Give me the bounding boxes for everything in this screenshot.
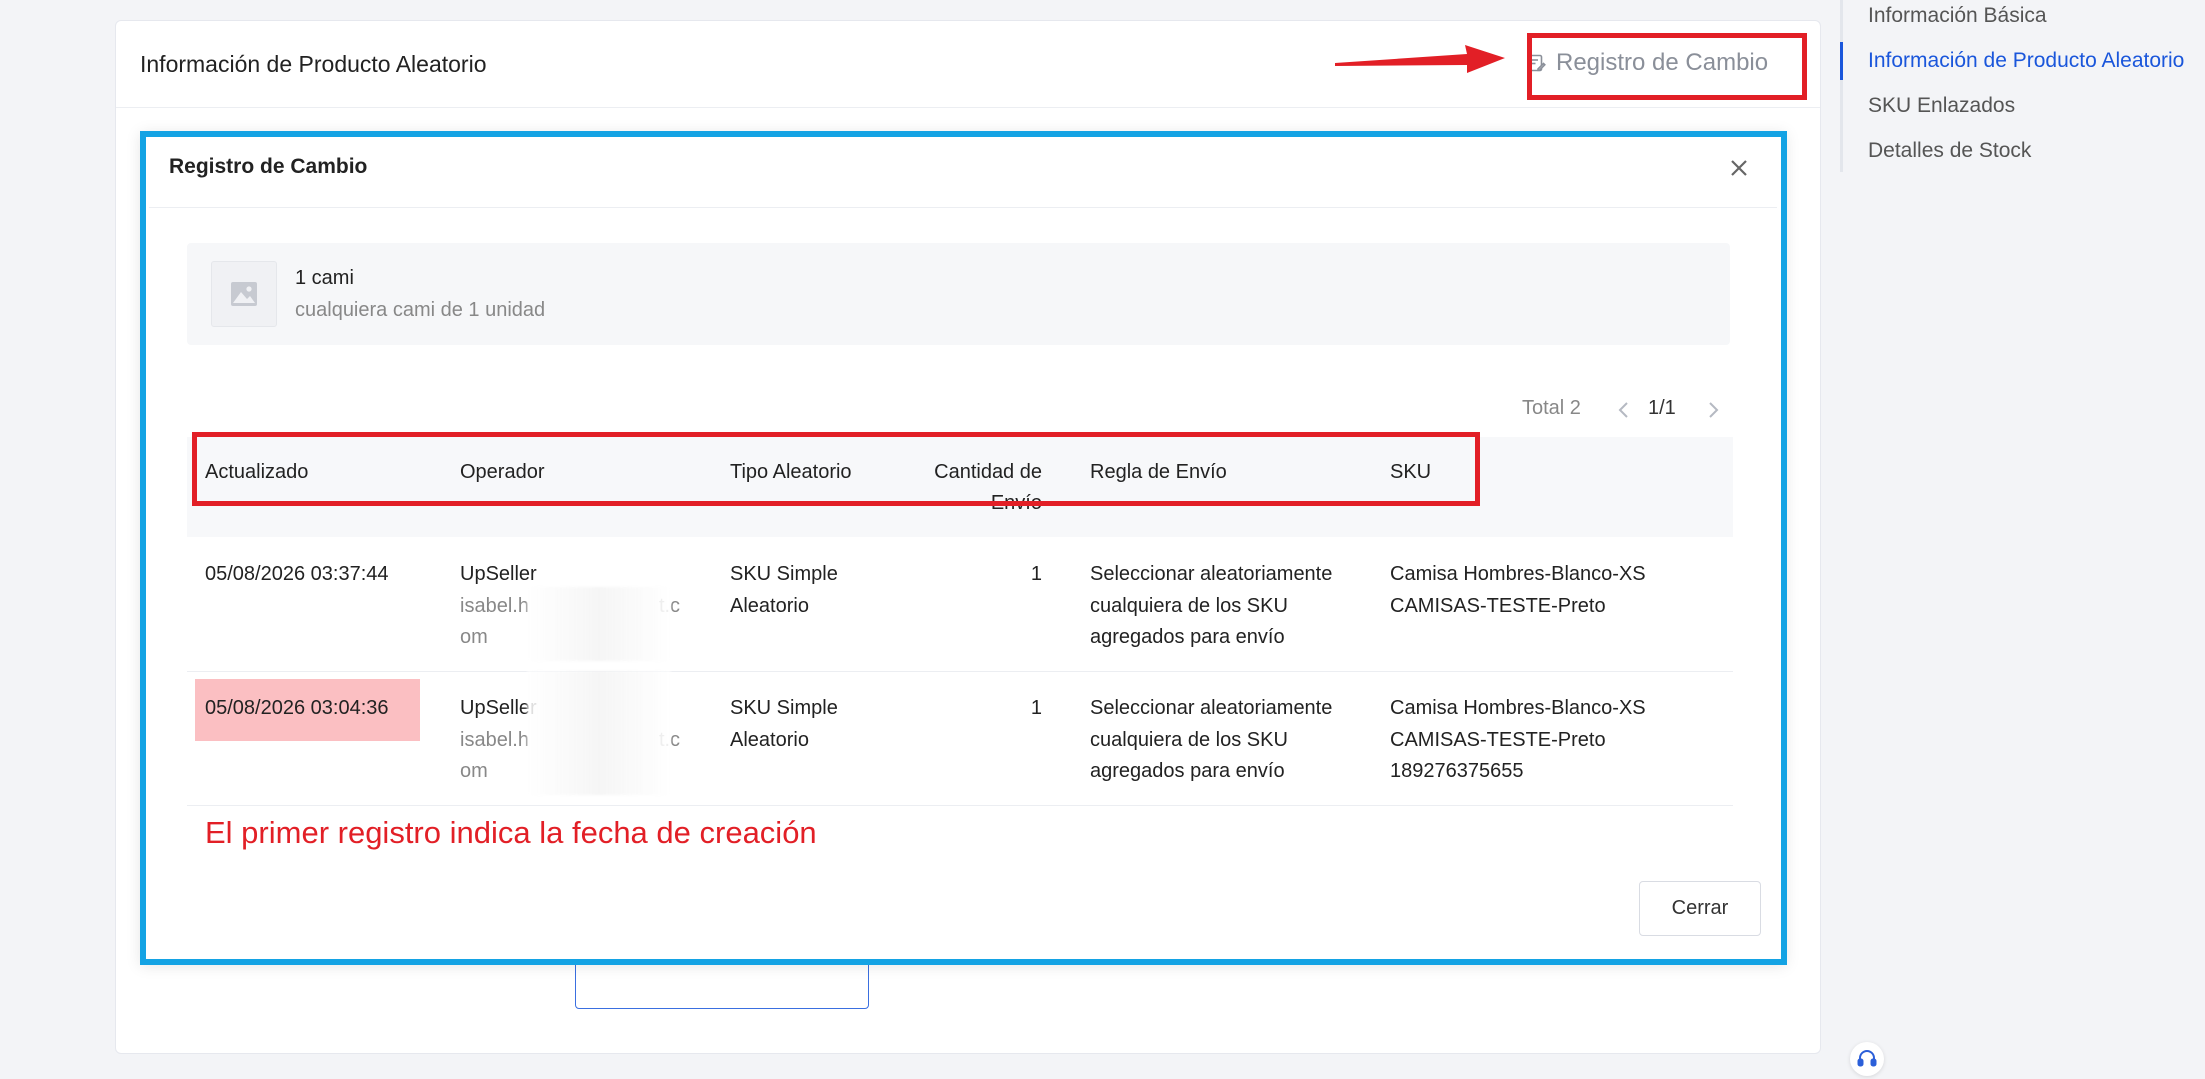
cell-rule: Seleccionar aleatoriamente cualquiera de… [1090,693,1332,788]
change-log-modal: Registro de Cambio 1 cami cualquiera cam… [140,131,1786,964]
operator-name: UpSeller [460,563,537,585]
cell-updated: 05/08/2026 03:37:44 [205,563,389,585]
image-placeholder-icon [231,282,257,306]
cell-random-type: SKU Simple Aleatorio [730,559,838,622]
sku-line2: CAMISAS-TESTE-Preto [1390,594,1606,617]
product-thumbnail [211,261,277,327]
annotation-arrow [1335,45,1505,73]
product-summary: 1 cami cualquiera cami de 1 unidad [187,243,1730,345]
cell-random-type: SKU Simple Aleatorio [730,693,838,756]
nav-item-random-product-info[interactable]: Información de Producto Aleatorio [1868,49,2184,73]
rule-line2: cualquiera de los SKU [1090,594,1288,617]
nav-item-stock-details[interactable]: Detalles de Stock [1868,139,2031,163]
sku-line2: CAMISAS-TESTE-Preto [1390,728,1606,751]
rule-line1: Seleccionar aleatoriamente [1090,697,1333,719]
redaction-mask [527,671,671,795]
annotation-box-header [192,432,1480,506]
headset-icon [1857,1050,1877,1067]
sku-line3: 189276375655 [1390,760,1524,782]
operator-email-start: isabel.h [460,594,529,617]
sku-line1: Camisa Hombres-Blanco-XS [1390,563,1646,585]
nav-active-indicator [1840,42,1843,80]
operator-email-start: isabel.h [460,728,529,751]
cell-updated: 05/08/2026 03:04:36 [205,697,389,719]
annotation-box-change-log [1527,33,1807,100]
cell-sku: Camisa Hombres-Blanco-XS CAMISAS-TESTE-P… [1390,693,1646,788]
card-title: Información de Producto Aleatorio [140,51,487,77]
nav-item-basic-info[interactable]: Información Básica [1868,4,2047,28]
rule-line2: cualquiera de los SKU [1090,728,1288,751]
annotation-note: El primer registro indica la fecha de cr… [205,815,817,850]
cell-rule: Seleccionar aleatoriamente cualquiera de… [1090,559,1332,654]
table-row: 05/08/2026 03:37:44 UpSeller isabel.ht.c… [187,537,1733,672]
cell-sku: Camisa Hombres-Blanco-XS CAMISAS-TESTE-P… [1390,559,1646,622]
table-row: 05/08/2026 03:04:36 UpSeller isabel.ht.c… [187,671,1733,806]
product-description: cualquiera cami de 1 unidad [295,299,546,321]
cell-quantity: 1 [1030,697,1042,719]
nav-item-linked-skus[interactable]: SKU Enlazados [1868,94,2015,118]
product-name: 1 cami [295,267,354,289]
chevron-left-icon[interactable] [1613,399,1635,421]
random-type-line1: SKU Simple [730,697,838,719]
chevron-right-icon[interactable] [1702,399,1724,421]
cell-quantity: 1 [1030,563,1042,585]
pagination-page: 1/1 [1648,397,1676,419]
rule-line3: agregados para envío [1090,760,1285,782]
modal-title: Registro de Cambio [169,155,368,178]
close-button[interactable]: Cerrar [1639,881,1761,936]
sku-line1: Camisa Hombres-Blanco-XS [1390,697,1646,719]
support-button[interactable] [1850,1042,1884,1076]
random-type-line2: Aleatorio [730,594,809,617]
redaction-mask [527,587,671,661]
rule-line1: Seleccionar aleatoriamente [1090,563,1333,585]
section-nav: Información Básica Información de Produc… [1840,0,2205,175]
close-icon[interactable] [1726,155,1752,181]
pagination-total: Total 2 [1522,397,1581,419]
rule-line3: agregados para envío [1090,626,1285,648]
nav-track [1840,0,1843,172]
random-type-line2: Aleatorio [730,728,809,751]
random-type-line1: SKU Simple [730,563,838,585]
modal-divider [149,207,1777,208]
